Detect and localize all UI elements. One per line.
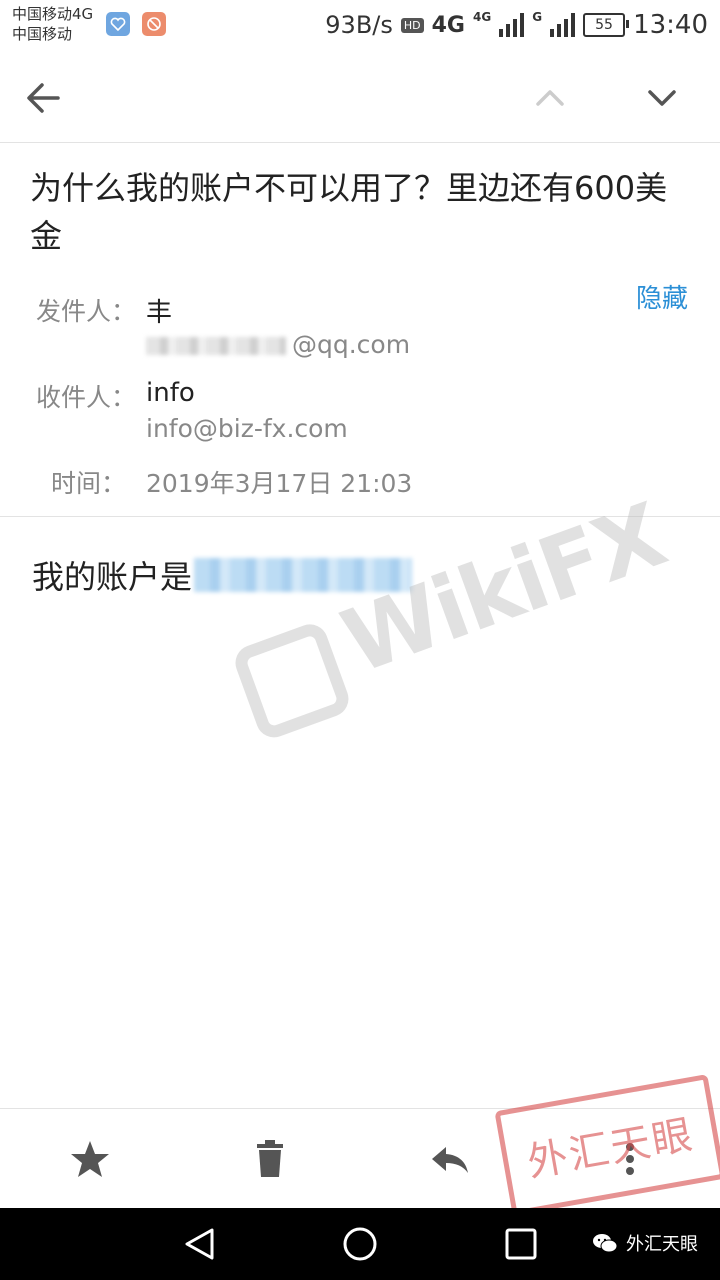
- delete-button[interactable]: [248, 1137, 292, 1181]
- watermark: WikiFX: [186, 407, 677, 756]
- network-type-primary: 4G: [431, 12, 465, 38]
- network-type-tertiary: G: [532, 10, 543, 24]
- to-label: 收件人：: [35, 383, 136, 412]
- status-bar: 中国移动4G 中国移动 93B/s HD 4G 4G G 55 13:40: [0, 0, 720, 50]
- signal-strength-icon: [499, 13, 525, 37]
- battery-icon: 55: [583, 13, 630, 37]
- blurred-address: [146, 337, 286, 355]
- reply-icon: [432, 1147, 468, 1173]
- chevron-down-icon: [648, 90, 676, 106]
- time-label: 时间：: [50, 469, 126, 498]
- hide-details-link[interactable]: 隐藏: [636, 278, 688, 315]
- carrier-line-2: 中国移动: [12, 25, 73, 43]
- recipient-email[interactable]: info@biz-fx.com: [146, 414, 348, 443]
- wechat-label: 外汇天眼: [626, 1234, 698, 1255]
- blocked-app-icon: [142, 12, 166, 36]
- signal-strength-icon-2: [550, 13, 576, 37]
- wechat-account: 外汇天眼: [592, 1230, 698, 1256]
- sender-email[interactable]: @qq.com: [146, 330, 410, 359]
- recipient-name[interactable]: info: [146, 378, 195, 408]
- circle-home-icon: [343, 1227, 377, 1261]
- sender-name[interactable]: 丰: [146, 292, 172, 329]
- chevron-up-icon: [536, 90, 564, 106]
- carrier-line-1: 中国移动4G: [12, 5, 94, 23]
- triangle-back-icon: [185, 1228, 214, 1260]
- from-label: 发件人：: [35, 297, 136, 326]
- carrier-info: 中国移动4G 中国移动: [12, 4, 93, 44]
- star-button[interactable]: [68, 1137, 112, 1181]
- email-toolbar: [0, 50, 720, 143]
- email-subject: 为什么我的账户不可以用了？里边还有600美金: [30, 169, 668, 255]
- nav-home-button[interactable]: [342, 1226, 378, 1266]
- previous-email-button[interactable]: [528, 78, 572, 118]
- eagle-logo-icon: [230, 619, 354, 743]
- back-button[interactable]: [22, 76, 66, 120]
- system-nav-bar: 外汇天眼: [0, 1208, 720, 1280]
- square-recents-icon: [505, 1228, 537, 1260]
- heart-app-icon: [106, 12, 130, 36]
- nav-back-button[interactable]: [182, 1226, 218, 1266]
- network-type-secondary: 4G: [473, 10, 492, 24]
- status-indicators: 93B/s HD 4G 4G G 55 13:40: [325, 8, 708, 42]
- sender-email-suffix: @qq.com: [292, 330, 411, 359]
- trash-icon: [257, 1140, 283, 1177]
- hd-badge: HD: [400, 17, 424, 33]
- body-text: 我的账户是: [32, 558, 193, 596]
- watermark-text: WikiFX: [329, 483, 677, 694]
- clock: 13:40: [633, 10, 708, 40]
- arrow-left-icon: [27, 83, 60, 113]
- reply-button[interactable]: [428, 1137, 472, 1181]
- star-icon: [71, 1141, 109, 1177]
- wechat-icon: [593, 1234, 618, 1253]
- network-speed: 93B/s: [325, 11, 393, 39]
- nav-recents-button[interactable]: [504, 1227, 538, 1265]
- next-email-button[interactable]: [640, 78, 684, 118]
